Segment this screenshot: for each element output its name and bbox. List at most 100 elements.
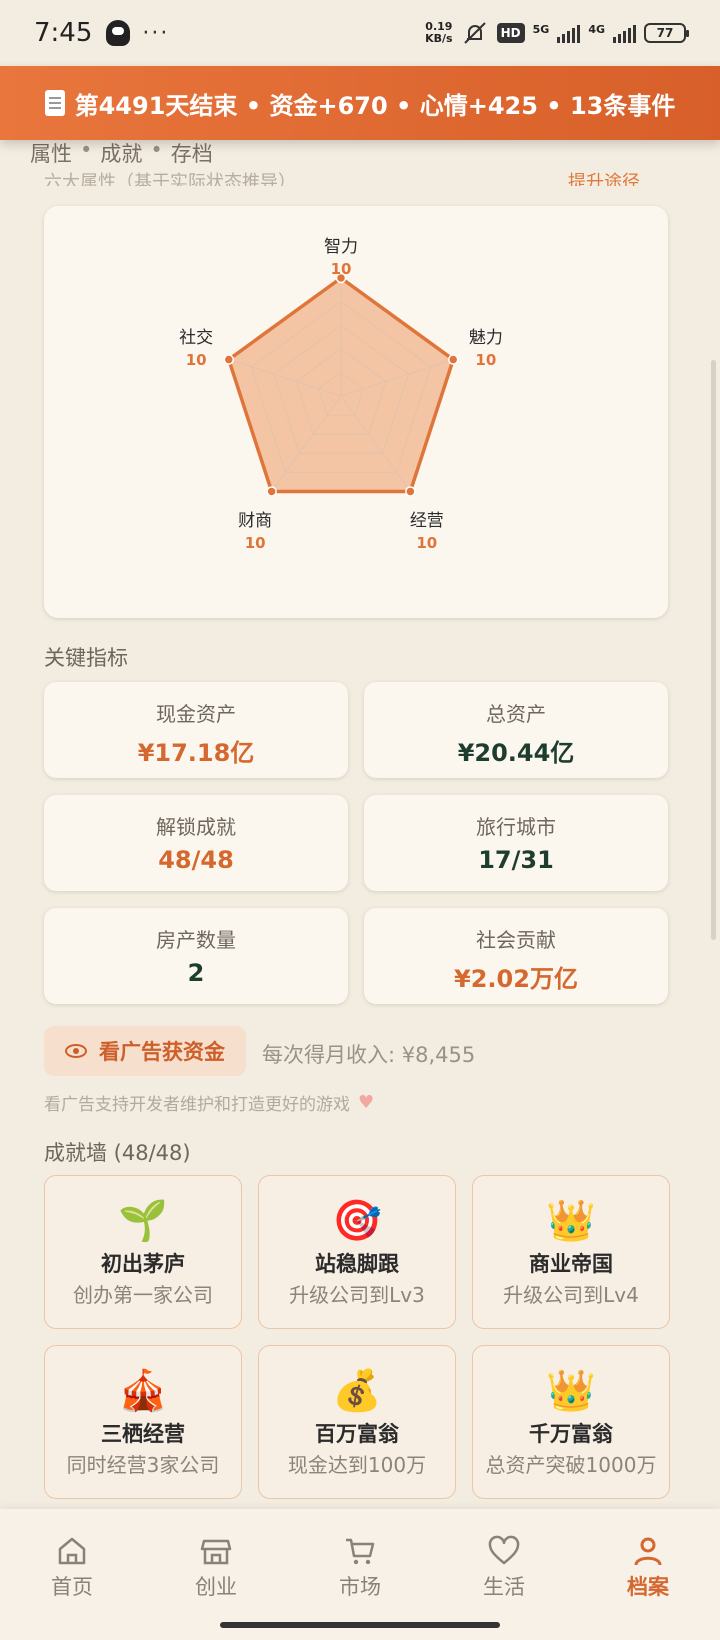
radar-axis-label: 经营 [410,511,444,531]
achievement-title: 千万富翁 [529,1422,613,1446]
nav-market[interactable]: 市场 [288,1509,432,1640]
nav-startup[interactable]: 创业 [144,1509,288,1640]
tab-separator: • [80,138,93,162]
circus-tent-icon: 🎪 [118,1368,168,1414]
achievement-card[interactable]: 💰 百万富翁 现金达到100万 [258,1345,456,1499]
nav-life[interactable]: 生活 [432,1509,576,1640]
achievement-desc: 创办第一家公司 [73,1283,213,1307]
nav-label: 创业 [195,1575,237,1599]
achievement-desc: 现金达到100万 [287,1453,427,1477]
net-speed-unit: KB/s [425,32,453,45]
metric-properties: 房产数量 2 [44,908,348,1004]
achievement-title: 初出茅庐 [101,1252,185,1276]
metric-value: 48/48 [158,846,234,874]
tab-achievements[interactable]: 成就 [100,138,142,168]
target-icon: 🎯 [332,1198,382,1244]
more-notifications-icon: ··· [142,20,170,46]
achievement-wall-title: 成就墙 (48/48) [44,1141,191,1165]
metric-label: 旅行城市 [476,815,556,839]
achievement-title: 站稳脚跟 [315,1252,399,1276]
radar-point [447,354,459,365]
ad-support-note: 看广告支持开发者维护和打造更好的游戏 ♥ [44,1090,374,1115]
person-icon [634,1537,662,1566]
money-bag-icon: 💰 [332,1368,382,1414]
metric-label: 房产数量 [156,928,236,952]
radar-value-label: 10 [475,351,496,369]
watch-ad-label: 看广告获资金 [99,1040,225,1064]
radar-point [223,354,235,365]
achievement-card[interactable]: 👑 商业帝国 升级公司到Lv4 [472,1175,670,1329]
heart-icon: ♥ [358,1092,375,1113]
status-bar: 7:45 ··· 0.19 KB/s HD 5G 4G 77 [0,0,720,66]
watch-ad-button[interactable]: 看广告获资金 [44,1026,246,1076]
achievement-card[interactable]: 🎯 站稳脚跟 升级公司到Lv3 [258,1175,456,1329]
achievement-card[interactable]: 👑 千万富翁 总资产突破1000万 [472,1345,670,1499]
achievement-desc: 升级公司到Lv4 [503,1283,639,1307]
achievement-card[interactable]: 🎪 三栖经营 同时经营3家公司 [44,1345,242,1499]
day-end-banner: 第4491天结束 • 资金+670 • 心情+425 • 13条事件 [0,66,720,140]
achievement-desc: 同时经营3家公司 [66,1453,220,1477]
nav-label: 档案 [627,1575,669,1599]
attributes-heading: 六大属性（基于实际状态推导） [44,172,296,186]
qq-icon [106,20,131,46]
nav-profile[interactable]: 档案 [576,1509,720,1640]
radar-point [266,486,277,497]
metric-travel-cities: 旅行城市 17/31 [364,795,668,891]
bottom-nav: 首页 创业 市场 生活 档案 [0,1509,720,1640]
crown-icon: 👑 [546,1368,596,1414]
cart-icon [346,1538,375,1565]
achievement-card[interactable]: 🌱 初出茅庐 创办第一家公司 [44,1175,242,1329]
ad-note-text: 看广告支持开发者维护和打造更好的游戏 [44,1095,350,1115]
nav-label: 市场 [339,1575,381,1599]
radar-axis-label: 财商 [238,511,272,531]
sprout-icon: 🌱 [118,1198,168,1244]
battery-icon: 77 [644,23,689,43]
signal-label-5g: 5G [532,23,550,36]
heart-icon [488,1535,520,1565]
ad-income-text: 每次得月收入: ¥8,455 [262,1043,476,1067]
achievement-title: 三栖经营 [101,1422,185,1446]
achievement-desc: 升级公司到Lv3 [289,1283,425,1307]
nav-home[interactable]: 首页 [0,1509,144,1640]
improve-link[interactable]: 提升途径 [568,168,640,186]
radar-value-label: 10 [416,534,437,552]
radar-value-label: 10 [186,351,207,369]
home-indicator[interactable] [220,1622,500,1628]
radar-axis-label: 智力 [324,237,358,257]
metric-value: ¥20.44亿 [457,739,575,767]
tab-separator: • [150,138,163,162]
radar-value-label: 10 [245,534,266,552]
signal-label-4g: 4G [588,23,605,36]
key-metrics-title: 关键指标 [44,646,128,670]
scrollbar[interactable] [711,360,716,940]
attribute-radar-card: 智力 10 魅力 10 经营 10 财商 10 社交 10 [44,206,668,618]
radar-axis-label: 社交 [179,328,213,348]
signal-icon-4g [613,23,636,43]
metric-social-contribution: 社会贡献 ¥2.02万亿 [364,908,668,1004]
metric-value: ¥2.02万亿 [454,965,578,993]
section-tabs: 属性 • 成就 • 存档 [30,138,213,168]
clipboard-icon [44,90,65,116]
banner-text: 第4491天结束 • 资金+670 • 心情+425 • 13条事件 [74,91,676,120]
mute-icon [463,22,486,44]
hd-badge: HD [496,23,525,43]
metric-label: 总资产 [486,702,546,726]
shop-icon [200,1539,232,1565]
radar-point [405,486,416,497]
metric-total-assets: 总资产 ¥20.44亿 [364,682,668,778]
achievement-desc: 总资产突破1000万 [485,1453,657,1477]
nav-label: 首页 [51,1575,93,1599]
radar-axis-label: 魅力 [469,328,503,348]
achievement-title: 商业帝国 [529,1252,613,1276]
home-icon [58,1537,86,1565]
status-indicators: 0.19 KB/s HD 5G 4G 77 [425,21,689,45]
metric-label: 解锁成就 [156,815,236,839]
tab-saves[interactable]: 存档 [171,138,213,168]
metric-cash: 现金资产 ¥17.18亿 [44,682,348,778]
crown-icon: 👑 [546,1198,596,1244]
metric-label: 社会贡献 [476,928,556,952]
metric-value: 2 [187,959,205,987]
tab-attributes[interactable]: 属性 [30,138,72,168]
metric-achievements: 解锁成就 48/48 [44,795,348,891]
signal-icon-5g [557,23,581,43]
